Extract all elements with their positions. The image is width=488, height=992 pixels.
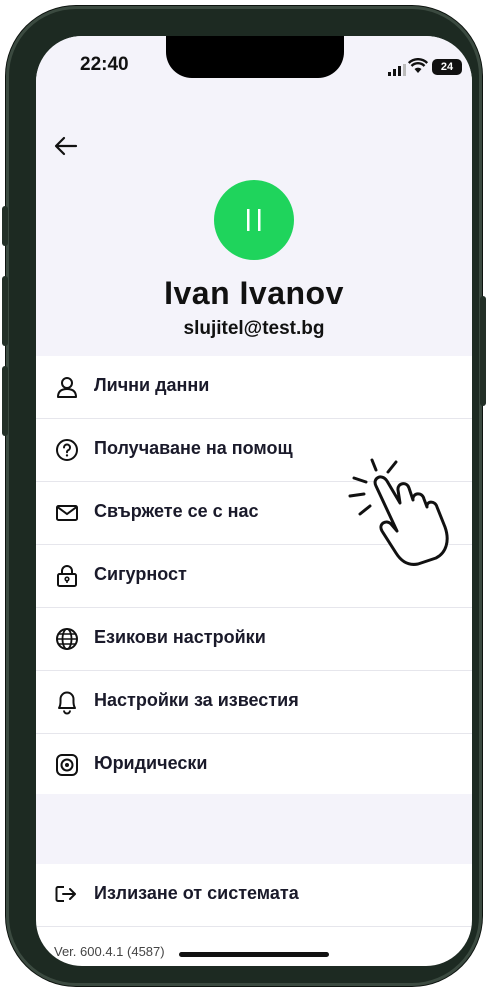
battery-icon: 24 — [432, 59, 462, 75]
tap-hand-icon — [348, 458, 449, 566]
phone-side-button — [2, 206, 8, 246]
menu-item-label: Свържете се с нас — [94, 501, 259, 521]
menu-item-label: Сигурност — [94, 564, 187, 584]
section-spacer — [36, 794, 472, 864]
app-screen: 22:40 24 Ivan Ivanov slujitel@test.bg Ли… — [36, 36, 472, 966]
logout-icon — [54, 883, 78, 910]
avatar — [214, 180, 294, 260]
avatar-initials — [247, 209, 261, 231]
wifi-icon — [408, 58, 428, 73]
back-arrow-icon[interactable] — [54, 136, 78, 156]
signal-icon — [388, 64, 406, 76]
menu-item-label: Езикови настройки — [94, 627, 266, 647]
settings-menu: Лични данни Получаване на помощ Свържете… — [36, 356, 472, 797]
menu-item-label: Лични данни — [94, 375, 210, 395]
lock-icon — [54, 563, 80, 589]
app-version: Ver. 600.4.1 (4587) — [54, 944, 165, 959]
camera-notch — [166, 36, 344, 78]
globe-icon — [54, 626, 80, 652]
profile-email: slujitel@test.bg — [183, 318, 325, 339]
menu-item-label: Получаване на помощ — [94, 438, 293, 458]
status-time: 22:40 — [80, 54, 129, 75]
help-circle-icon — [54, 437, 80, 463]
user-icon — [54, 374, 80, 400]
menu-item-label: Настройки за известия — [94, 690, 299, 710]
logout-label: Излизане от системата — [94, 883, 299, 903]
menu-item-personal-data[interactable]: Лични данни — [36, 356, 472, 419]
phone-side-button — [480, 296, 486, 406]
menu-item-language-settings[interactable]: Езикови настройки — [36, 608, 472, 671]
profile-header: Ivan Ivanov slujitel@test.bg — [36, 102, 472, 356]
logout-button[interactable]: Излизане от системата — [36, 864, 472, 927]
profile-name: Ivan Ivanov — [164, 275, 344, 311]
shield-icon — [54, 752, 80, 778]
phone-side-button — [2, 276, 8, 346]
home-indicator — [179, 952, 329, 957]
menu-item-legal[interactable]: Юридически — [36, 734, 472, 797]
menu-item-label: Юридически — [94, 753, 208, 773]
status-bar: 22:40 24 — [36, 36, 472, 102]
bell-icon — [54, 689, 80, 715]
phone-side-button — [2, 366, 8, 436]
mail-icon — [54, 500, 80, 526]
menu-item-notification-settings[interactable]: Настройки за известия — [36, 671, 472, 734]
